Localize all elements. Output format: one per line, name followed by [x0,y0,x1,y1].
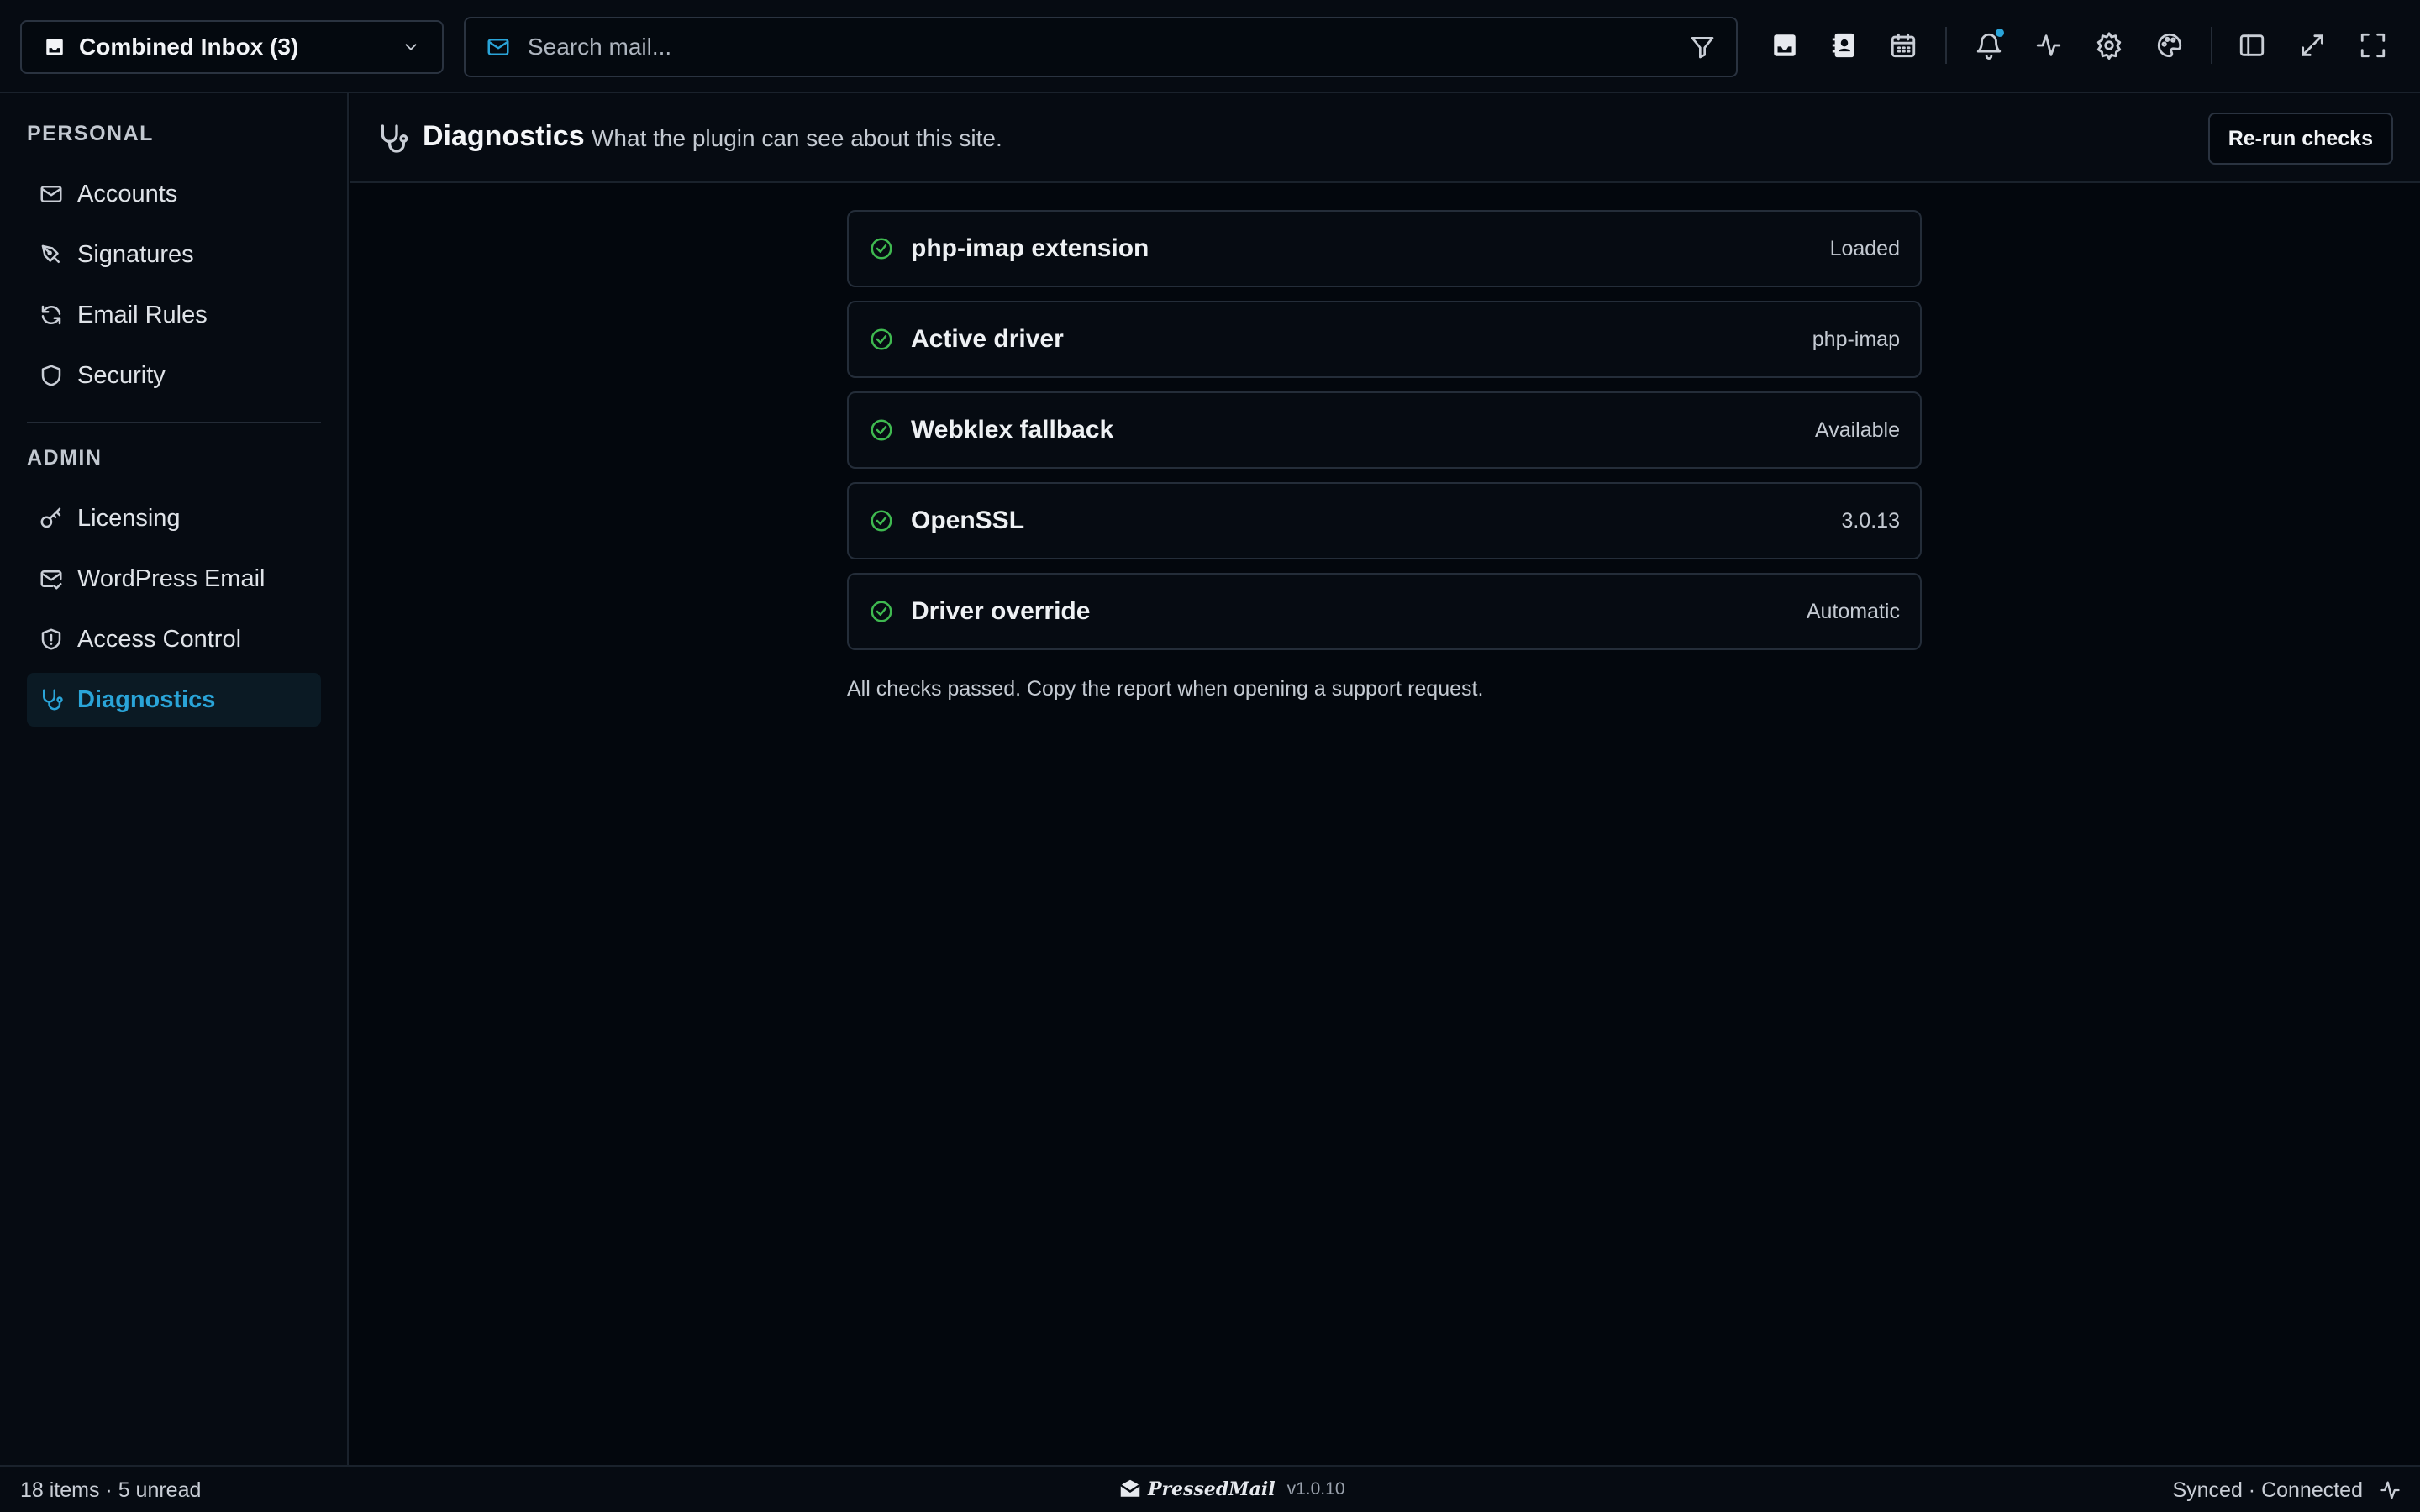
check-value: Automatic [1806,599,1900,623]
sidebar-item-accounts[interactable]: Accounts [27,167,321,221]
inbox-view-button[interactable] [1768,29,1802,62]
sidebar-panel-icon [2239,34,2265,56]
sidebar-item-label: Diagnostics [77,685,216,713]
fullscreen-icon [2360,33,2386,58]
check-row: Driver override Automatic [847,573,1922,650]
refresh-icon [41,305,61,325]
pen-nib-icon [41,244,60,263]
contacts-button[interactable] [1828,29,1861,62]
sidebar-item-label: WordPress Email [77,564,266,592]
expand-button[interactable] [2296,29,2329,62]
status-bar: 18 items · 5 unread PressedMail v1.0.10 … [0,1465,2420,1512]
brand-name: PressedMail [1148,1478,1276,1500]
sync-status: Synced · Connected [2172,1478,2363,1502]
activity-icon [2380,1481,2400,1499]
check-row: Webklex fallback Available [847,391,1922,469]
toolbar-divider [2211,27,2212,64]
toolbar-divider [1945,27,1947,64]
item-count: 18 items · 5 unread [20,1478,202,1502]
check-row: php-imap extension Loaded [847,210,1922,287]
section-label-personal: PERSONAL [27,122,154,145]
fullscreen-button[interactable] [2356,29,2390,62]
mail-icon [40,186,62,202]
calendar-icon [1891,33,1916,58]
check-row: OpenSSL 3.0.13 [847,482,1922,559]
palette-icon [2157,33,2182,58]
sidebar-divider [27,422,321,423]
rerun-checks-button[interactable]: Re-run checks [2207,113,2393,165]
stethoscope-icon [381,124,408,153]
activity-button[interactable] [2032,29,2065,62]
theme-button[interactable] [2153,29,2186,62]
filter-icon[interactable] [1689,34,1716,60]
page-header: Diagnostics What the plugin can see abou… [350,93,2420,183]
sidebar-item-label: Accounts [77,180,178,207]
sidebar: PERSONAL Accounts Signatures Email Rules… [0,93,349,1465]
toggle-sidebar-button[interactable] [2235,29,2269,62]
brand-logo: PressedMail v1.0.10 [1118,1477,1345,1502]
check-circle-icon [871,238,892,260]
sidebar-item-diagnostics[interactable]: Diagnostics [27,673,321,727]
chevron-down-icon [405,44,417,50]
search-bar [464,17,1738,77]
notification-dot [1996,29,2004,37]
check-row: Active driver php-imap [847,301,1922,378]
envelope-logo-icon [1120,1479,1140,1497]
expand-diagonal-icon [2302,34,2323,56]
check-name: php-imap extension [911,234,1150,262]
section-label-admin: ADMIN [27,446,103,470]
shield-alert-icon [41,628,61,650]
check-value: Loaded [1829,236,1900,260]
stethoscope-icon [43,689,63,711]
contacts-book-icon [1832,33,1854,58]
page-title: Diagnostics [423,120,585,152]
checks-summary: All checks passed. Copy the report when … [847,677,1484,701]
check-name: Webklex fallback [911,416,1114,444]
page-subtitle: What the plugin can see about this site. [592,125,1002,151]
check-circle-icon [871,419,892,441]
mailbox-selector-label: Combined Inbox (3) [79,34,299,60]
inbox-icon [46,39,63,55]
mail-check-icon [40,570,62,590]
gear-icon [2096,32,2122,60]
app-version: v1.0.10 [1286,1479,1345,1499]
check-value: php-imap [1812,327,1900,351]
sidebar-item-label: Security [77,361,166,389]
notifications-button[interactable] [1972,29,2006,62]
calendar-button[interactable] [1886,29,1920,62]
check-circle-icon [871,510,892,532]
sidebar-item-label: Licensing [77,504,181,532]
shield-icon [41,365,61,386]
check-name: OpenSSL [911,507,1025,534]
check-circle-icon [871,328,892,350]
search-input[interactable] [528,34,1689,60]
top-bar: Combined Inbox (3) [0,0,2420,93]
mailbox-selector[interactable]: Combined Inbox (3) [20,20,444,74]
check-value: Available [1814,417,1900,442]
sidebar-item-licensing[interactable]: Licensing [27,491,321,545]
key-icon [40,507,61,528]
check-name: Active driver [911,325,1064,353]
sidebar-item-email-rules[interactable]: Email Rules [27,288,321,342]
inbox-tray-icon [1774,34,1796,56]
sidebar-item-label: Signatures [77,240,194,268]
activity-icon [2036,34,2061,56]
settings-button[interactable] [2092,29,2126,62]
sidebar-item-wordpress-email[interactable]: WordPress Email [27,552,321,606]
sidebar-item-label: Email Rules [77,301,208,328]
sidebar-item-access-control[interactable]: Access Control [27,612,321,666]
check-name: Driver override [911,597,1091,625]
sidebar-item-label: Access Control [77,625,242,653]
mail-search-icon [487,39,509,55]
check-circle-icon [871,601,892,622]
sidebar-item-signatures[interactable]: Signatures [27,228,321,281]
sidebar-item-security[interactable]: Security [27,349,321,402]
check-value: 3.0.13 [1841,508,1900,533]
